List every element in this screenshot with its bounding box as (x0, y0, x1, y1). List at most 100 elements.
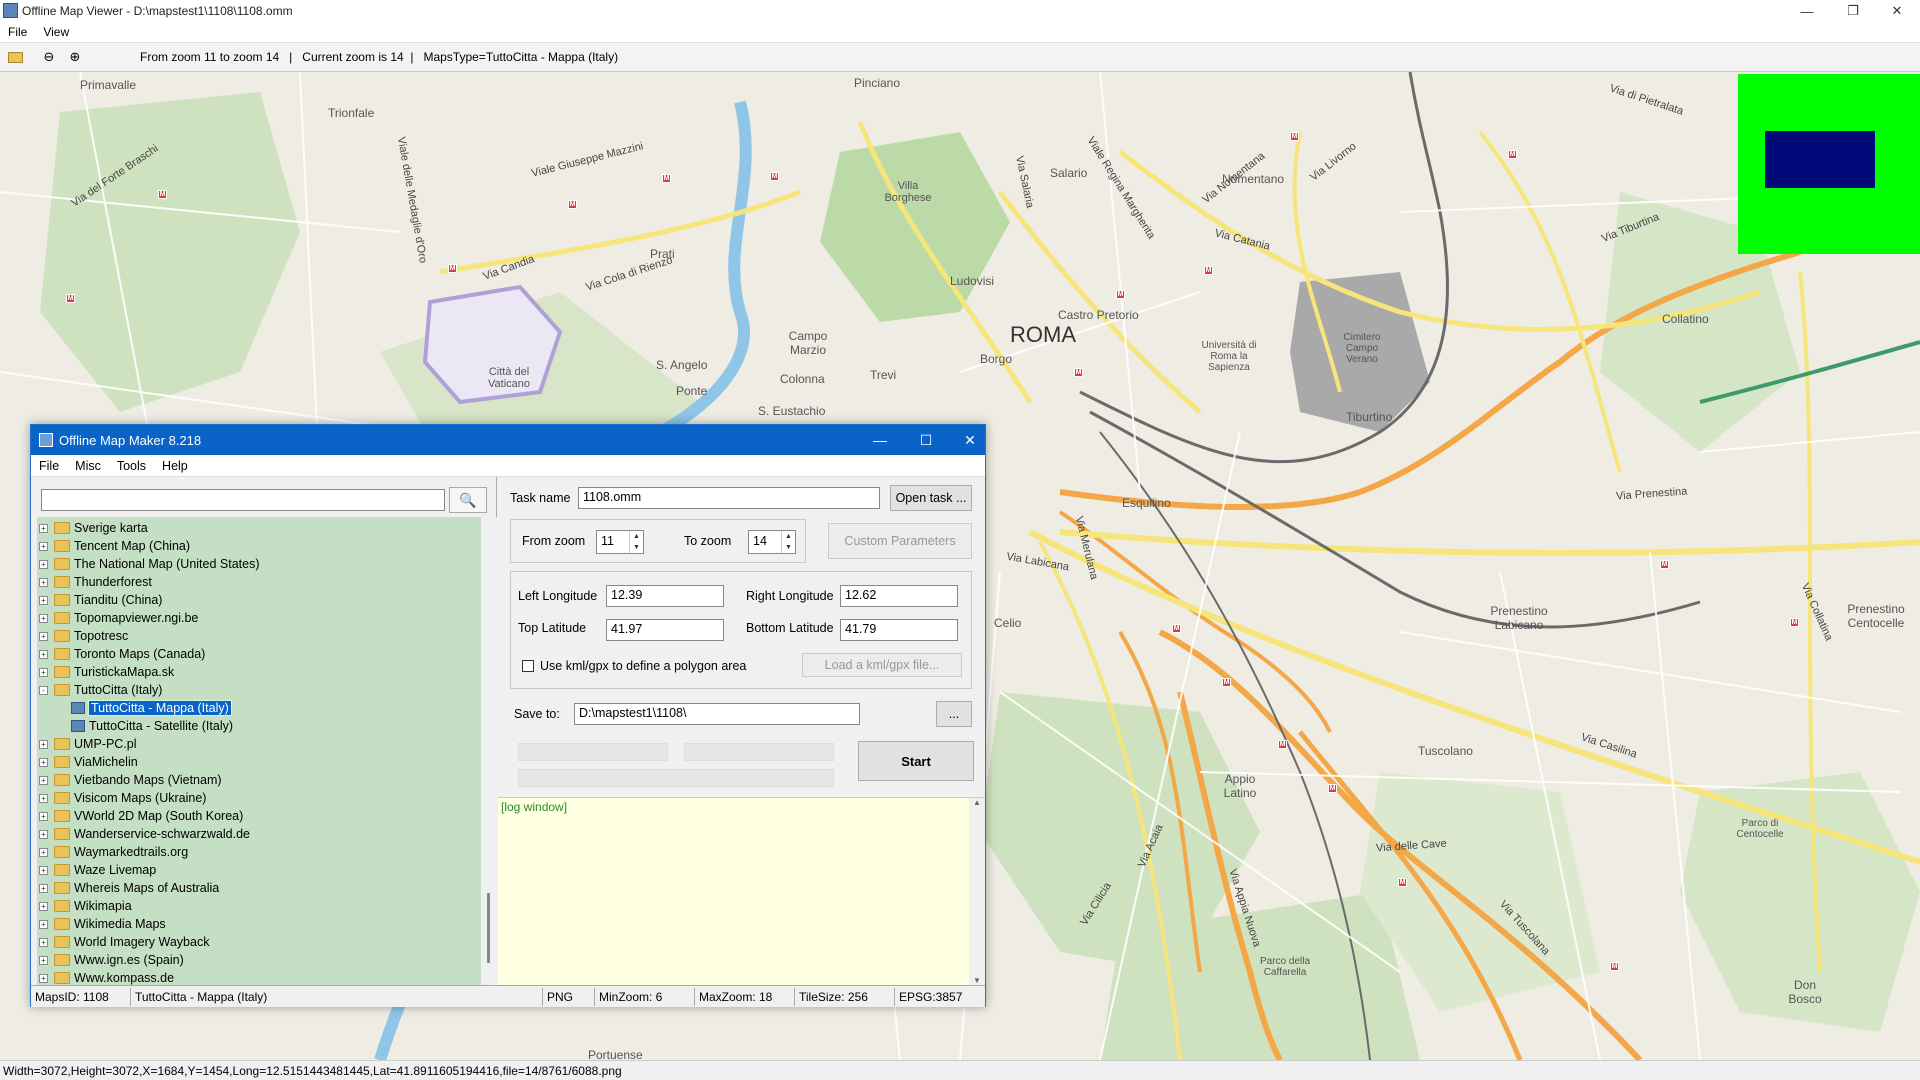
load-kml-button[interactable]: Load a kml/gpx file... (802, 653, 962, 677)
expand-icon[interactable]: + (39, 667, 48, 677)
expand-icon[interactable]: + (39, 955, 48, 965)
save-to-field[interactable]: D:\mapstest1\1108\ (574, 703, 860, 725)
tree-item[interactable]: + Www.kompass.de (37, 969, 174, 985)
custom-parameters-button[interactable]: Custom Parameters (828, 523, 972, 559)
tree-item[interactable]: TuttoCitta - Satellite (Italy) (37, 717, 233, 735)
expand-icon[interactable]: + (39, 577, 48, 587)
tree-item[interactable]: + TuristickaMapa.sk (37, 663, 174, 681)
tree-item[interactable]: + ViaMichelin (37, 753, 138, 771)
tree-item[interactable]: - TuttoCitta (Italy) (37, 681, 162, 699)
tree-item-label: Www.ign.es (Spain) (74, 953, 184, 967)
tree-item[interactable]: + Wikimedia Maps (37, 915, 166, 933)
scroll-down-icon[interactable]: ▼ (973, 976, 981, 985)
tree-item[interactable]: + Tencent Map (China) (37, 537, 190, 555)
menu-file[interactable]: File (0, 25, 35, 39)
overview-viewport[interactable] (1765, 131, 1875, 188)
start-button[interactable]: Start (858, 741, 974, 781)
tree-item[interactable]: + Www.ign.es (Spain) (37, 951, 184, 969)
map-place-label: Trevi (870, 368, 897, 382)
top-latitude-field[interactable]: 41.97 (606, 619, 724, 641)
expand-icon[interactable]: + (39, 847, 48, 857)
tree-item[interactable]: + Waze Livemap (37, 861, 156, 879)
expand-icon[interactable]: + (39, 937, 48, 947)
menu-view[interactable]: View (35, 25, 77, 39)
overview-minimap[interactable] (1738, 74, 1920, 254)
expand-icon[interactable]: + (39, 595, 48, 605)
log-window[interactable]: [log window] ▲ ▼ (498, 797, 985, 985)
tree-item[interactable]: + World Imagery Wayback (37, 933, 209, 951)
tree-scrollbar[interactable] (481, 517, 497, 985)
task-name-field[interactable]: 1108.omm (578, 487, 880, 509)
map-place-label: Università di Roma la Sapienza (1201, 340, 1257, 373)
tree-item[interactable]: + Topotresc (37, 627, 128, 645)
kml-checkbox[interactable] (522, 660, 534, 672)
menu-file[interactable]: File (31, 459, 67, 473)
open-folder-icon[interactable] (4, 46, 26, 68)
expand-icon[interactable]: + (39, 613, 48, 623)
to-zoom-stepper[interactable]: 14 ▲ ▼ (748, 530, 796, 554)
tree-item[interactable]: + Wanderservice-schwarzwald.de (37, 825, 250, 843)
tree-item[interactable]: + Waymarkedtrails.org (37, 843, 188, 861)
tree-item[interactable]: + VWorld 2D Map (South Korea) (37, 807, 243, 825)
status-tile-size: TileSize: 256 (795, 987, 895, 1006)
expand-icon[interactable]: + (39, 541, 48, 551)
scroll-up-icon[interactable]: ▲ (973, 798, 981, 807)
expand-icon[interactable]: + (39, 865, 48, 875)
expand-icon[interactable]: + (39, 757, 48, 767)
menu-misc[interactable]: Misc (67, 459, 109, 473)
stepper-arrows-icon[interactable]: ▲ ▼ (629, 531, 643, 553)
browse-button[interactable]: ... (936, 701, 972, 727)
expand-icon[interactable]: + (39, 775, 48, 785)
expand-icon[interactable]: + (39, 883, 48, 893)
search-button[interactable]: 🔍 (449, 487, 487, 513)
map-source-tree[interactable]: + Sverige karta + Tencent Map (China) + The N… (37, 517, 481, 985)
expand-icon[interactable]: + (39, 811, 48, 821)
close-icon[interactable]: ✕ (947, 425, 993, 455)
minimize-icon[interactable]: — (1784, 0, 1830, 22)
tree-item[interactable]: + Visicom Maps (Ukraine) (37, 789, 206, 807)
stepper-arrows-icon[interactable]: ▲ ▼ (781, 531, 795, 553)
tree-item[interactable]: TuttoCitta - Mappa (Italy) (37, 699, 232, 717)
search-input[interactable] (41, 489, 445, 511)
zoom-in-icon[interactable]: ⊕ (64, 46, 86, 68)
menu-tools[interactable]: Tools (109, 459, 154, 473)
tree-item[interactable]: + Vietbando Maps (Vietnam) (37, 771, 222, 789)
expand-icon[interactable]: + (39, 523, 48, 533)
tree-item[interactable]: + Thunderforest (37, 573, 152, 591)
restore-icon[interactable]: ❐ (1830, 0, 1876, 22)
expand-icon[interactable]: + (39, 649, 48, 659)
expand-icon[interactable]: + (39, 973, 48, 983)
expand-icon[interactable]: + (39, 919, 48, 929)
log-scrollbar[interactable]: ▲ ▼ (969, 798, 985, 985)
tree-item[interactable]: + Tianditu (China) (37, 591, 162, 609)
open-task-button[interactable]: Open task ... (890, 485, 972, 511)
bottom-latitude-field[interactable]: 41.79 (840, 619, 958, 641)
dialog-titlebar[interactable]: Offline Map Maker 8.218 — ☐ ✕ (31, 425, 985, 455)
expand-icon[interactable]: + (39, 793, 48, 803)
scrollbar-thumb[interactable] (487, 893, 490, 963)
expand-icon[interactable]: + (39, 829, 48, 839)
close-icon[interactable]: ✕ (1874, 0, 1920, 22)
maximize-icon[interactable]: ☐ (903, 425, 949, 455)
collapse-icon[interactable]: - (39, 685, 48, 695)
right-longitude-field[interactable]: 12.62 (840, 585, 958, 607)
expand-icon[interactable]: + (39, 631, 48, 641)
minimize-icon[interactable]: — (857, 425, 903, 455)
tree-item-label: VWorld 2D Map (South Korea) (74, 809, 244, 823)
tree-item[interactable]: + UMP-PC.pl (37, 735, 137, 753)
zoom-out-icon[interactable]: ⊖ (38, 46, 60, 68)
expand-icon[interactable]: + (39, 901, 48, 911)
tree-item[interactable]: + Whereis Maps of Australia (37, 879, 219, 897)
menu-help[interactable]: Help (154, 459, 196, 473)
tree-item[interactable]: + Topomapviewer.ngi.be (37, 609, 198, 627)
left-longitude-field[interactable]: 12.39 (606, 585, 724, 607)
expand-icon[interactable]: + (39, 739, 48, 749)
tree-item[interactable]: + Wikimapia (37, 897, 132, 915)
tree-item-label: Topomapviewer.ngi.be (74, 611, 199, 625)
from-zoom-stepper[interactable]: 11 ▲ ▼ (596, 530, 644, 554)
expand-icon[interactable]: + (39, 559, 48, 569)
tree-item[interactable]: + The National Map (United States) (37, 555, 260, 573)
tree-item[interactable]: + Toronto Maps (Canada) (37, 645, 205, 663)
tree-item-label: Vietbando Maps (Vietnam) (74, 773, 222, 787)
tree-item[interactable]: + Sverige karta (37, 519, 148, 537)
